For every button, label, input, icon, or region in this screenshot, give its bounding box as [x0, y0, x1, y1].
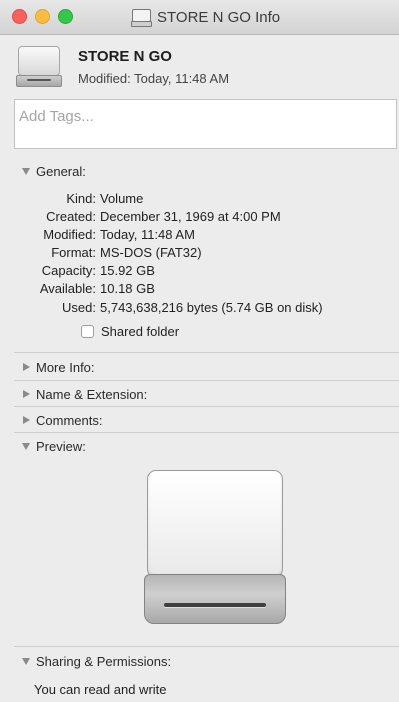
info-key: Created: [46, 209, 96, 224]
info-row-format: Format: MS-DOS (FAT32) [0, 245, 399, 263]
info-row-available: Available: 10.18 GB [0, 281, 399, 299]
info-row-modified: Modified: Today, 11:48 AM [0, 227, 399, 245]
info-value: 10.18 GB [100, 281, 155, 296]
section-general-label: General: [36, 163, 86, 179]
info-key: Kind: [66, 191, 96, 206]
section-sharing-label: Sharing & Permissions: [36, 653, 172, 669]
section-preview[interactable]: Preview: [0, 433, 399, 459]
section-name-extension-label: Name & Extension: [36, 386, 148, 402]
info-value: Volume [100, 191, 144, 206]
section-comments[interactable]: Comments: [0, 407, 399, 433]
info-key: Available: [39, 281, 96, 296]
disclosure-closed-icon [23, 363, 30, 371]
info-row-kind: Kind: Volume [0, 191, 399, 209]
disclosure-closed-icon [23, 390, 30, 398]
info-row-capacity: Capacity: 15.92 GB [0, 263, 399, 281]
close-button[interactable] [12, 9, 27, 24]
minimize-button[interactable] [35, 9, 50, 24]
title-bar: STORE N GO Info [0, 0, 399, 35]
permissions-text: You can read and write [34, 682, 167, 697]
tags-field[interactable] [14, 99, 397, 149]
divider [14, 352, 399, 353]
section-general[interactable]: General: [0, 158, 399, 184]
section-comments-label: Comments: [36, 412, 103, 428]
info-value: 15.92 GB [100, 263, 155, 278]
window-title-group: STORE N GO Info [131, 5, 280, 29]
section-sharing-permissions[interactable]: Sharing & Permissions: [0, 648, 399, 674]
info-row-created: Created: December 31, 1969 at 4:00 PM [0, 209, 399, 227]
info-value: Today, 11:48 AM [100, 227, 195, 242]
disclosure-open-icon [22, 442, 30, 450]
shared-folder-checkbox[interactable] [81, 324, 94, 338]
disclosure-closed-icon [23, 416, 30, 424]
disclosure-open-icon [22, 167, 30, 175]
info-value: 5,743,638,216 bytes (5.74 GB on disk) [100, 300, 323, 315]
window-title: STORE N GO Info [157, 8, 281, 26]
preview-drive-icon [144, 470, 288, 626]
info-value: December 31, 1969 at 4:00 PM [100, 209, 281, 224]
info-value: MS-DOS (FAT32) [100, 245, 202, 260]
shared-folder-label: Shared folder [101, 323, 180, 339]
info-key: Format: [51, 245, 96, 260]
section-more-info[interactable]: More Info: [0, 354, 399, 380]
disclosure-open-icon [22, 657, 30, 665]
tags-input[interactable] [19, 108, 392, 125]
section-name-extension[interactable]: Name & Extension: [0, 381, 399, 407]
volume-modified: Modified: Today, 11:48 AM [78, 71, 230, 86]
section-preview-label: Preview: [36, 438, 86, 454]
section-more-info-label: More Info: [36, 359, 95, 375]
info-key: Modified: [43, 227, 96, 242]
divider [14, 646, 399, 647]
shared-folder-row[interactable]: Shared folder [81, 322, 179, 340]
drive-icon [131, 8, 152, 27]
info-key: Used: [62, 300, 96, 315]
info-header: STORE N GO Modified: Today, 11:48 AM [0, 35, 399, 97]
volume-name: STORE N GO [78, 48, 172, 65]
info-key: Capacity: [41, 263, 96, 278]
info-row-used: Used: 5,743,638,216 bytes (5.74 GB on di… [0, 300, 399, 318]
zoom-button[interactable] [58, 9, 73, 24]
volume-icon[interactable] [16, 46, 62, 88]
